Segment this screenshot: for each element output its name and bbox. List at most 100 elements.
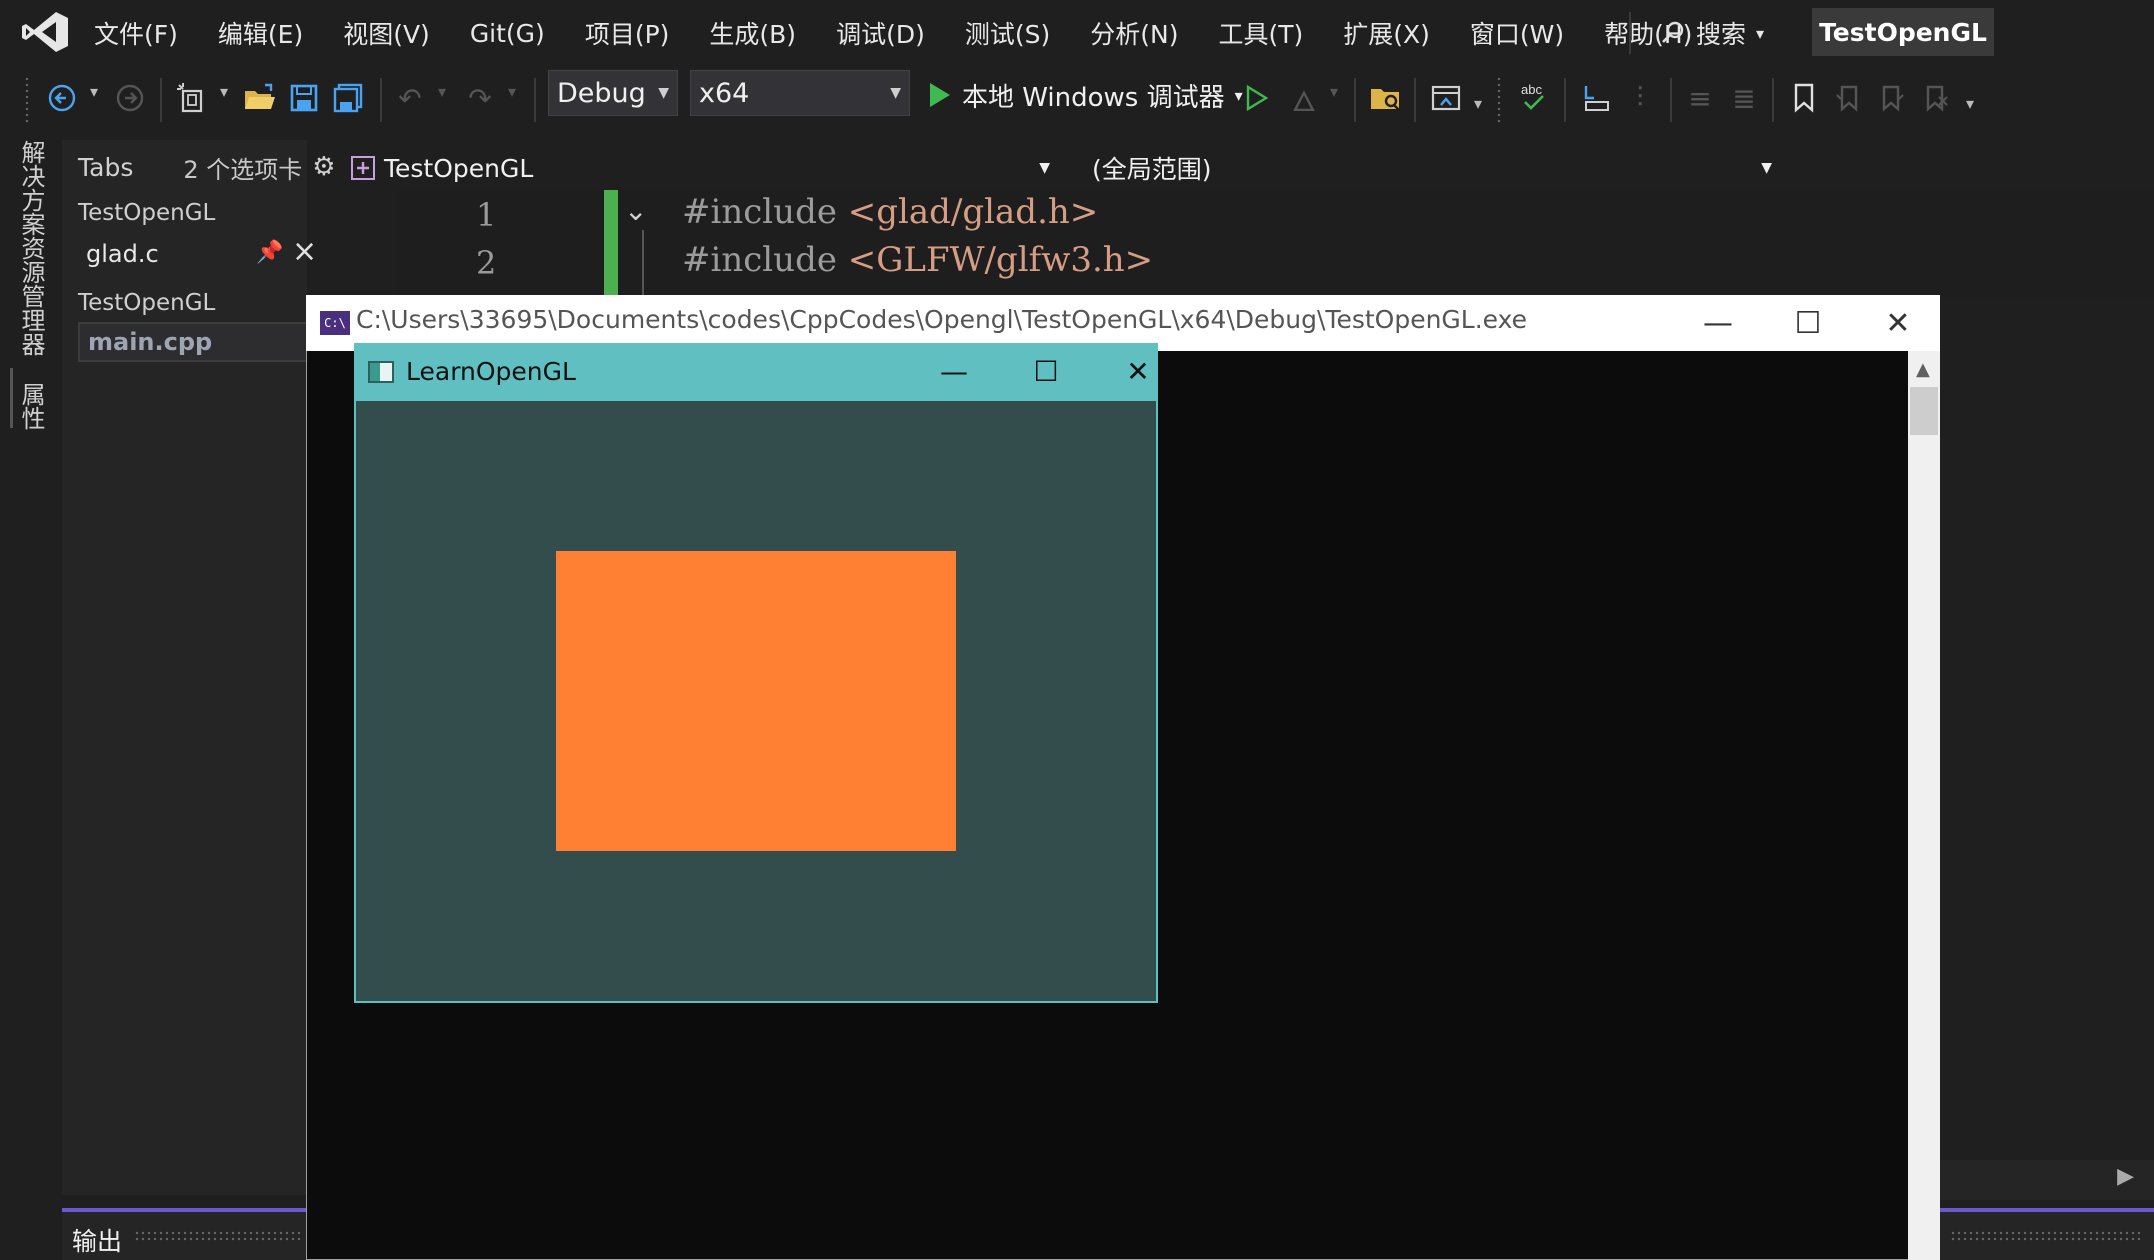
save-all-icon[interactable]	[328, 78, 368, 118]
search-caret-icon: ▾	[1756, 23, 1765, 43]
code-keyword: #include	[682, 240, 837, 280]
toolbar-separator	[1772, 78, 1774, 122]
main-menu: 文件(F) 编辑(E) 视图(V) Git(G) 项目(P) 生成(B) 调试(…	[74, 0, 1712, 66]
visual-studio-logo-icon[interactable]	[20, 10, 70, 54]
learnopengl-window-title: LearnOpenGL	[406, 357, 576, 386]
pin-icon[interactable]: 📌	[256, 240, 283, 265]
menu-git[interactable]: Git(G)	[450, 19, 565, 48]
menu-debug[interactable]: 调试(D)	[816, 15, 945, 51]
scroll-thumb[interactable]	[1910, 387, 1938, 435]
solution-platform-select[interactable]: x64 ▼	[690, 70, 910, 116]
toolbar-overflow-icon[interactable]: ▾	[1474, 94, 1482, 113]
save-icon[interactable]	[284, 78, 324, 118]
learnopengl-title-bar[interactable]: LearnOpenGL — ☐ ✕	[354, 343, 1158, 401]
toolbar-grip[interactable]	[24, 76, 30, 124]
project-name-badge[interactable]: TestOpenGL	[1812, 8, 1994, 56]
navigate-forward-icon[interactable]	[110, 78, 150, 118]
close-icon[interactable]: ✕	[1108, 349, 1168, 393]
new-project-caret-icon[interactable]: ▾	[220, 82, 228, 101]
toolbar-separator	[160, 78, 162, 122]
search-box[interactable]: 搜索 ▾	[1660, 12, 1764, 54]
chevron-down-icon: ▼	[1039, 160, 1050, 176]
minimize-icon[interactable]: —	[924, 349, 984, 393]
project-scope-select[interactable]: TestOpenGL ▼	[350, 148, 1060, 188]
start-without-debugging-icon[interactable]	[1236, 78, 1276, 118]
close-icon[interactable]: ✕	[1868, 301, 1928, 345]
tabs-panel-title: Tabs	[78, 152, 134, 182]
global-scope-value: (全局范围)	[1092, 155, 1212, 184]
step-into-icon[interactable]	[1576, 78, 1616, 118]
maximize-icon[interactable]: ☐	[1778, 301, 1838, 345]
menu-build[interactable]: 生成(B)	[689, 15, 816, 51]
console-vertical-scrollbar[interactable]: ▲	[1908, 351, 1940, 1260]
redo-icon[interactable]: ↷	[460, 78, 500, 118]
menu-view[interactable]: 视图(V)	[323, 15, 450, 51]
redo-caret-icon[interactable]: ▾	[508, 82, 516, 101]
tab-group-project: TestOpenGL	[78, 290, 216, 316]
spell-check-icon[interactable]: abc	[1514, 78, 1554, 118]
standard-toolbar: ▾ ▾ ↶ ▾ ↷ ▾ Debug ▼ x64 ▼ 本地 Windows 调试器…	[0, 66, 2154, 140]
menu-tools[interactable]: 工具(T)	[1198, 15, 1323, 51]
menu-edit[interactable]: 编辑(E)	[198, 15, 323, 51]
start-debugging-button[interactable]: 本地 Windows 调试器 ▾	[926, 74, 1243, 116]
output-panel-strip	[1940, 1208, 2154, 1260]
collapse-region-icon[interactable]: ⌄	[624, 194, 647, 227]
undo-caret-icon[interactable]: ▾	[438, 82, 446, 101]
find-in-files-icon[interactable]	[1366, 78, 1406, 118]
menu-test[interactable]: 测试(S)	[945, 15, 1070, 51]
platform-value: x64	[699, 77, 750, 109]
navigate-back-caret-icon[interactable]: ▾	[90, 82, 98, 101]
panel-grip[interactable]	[1950, 1230, 2140, 1242]
next-bookmark-icon[interactable]	[1872, 78, 1912, 118]
toolbar-overflow-icon[interactable]: ▾	[1966, 94, 1974, 113]
maximize-icon[interactable]: ☐	[1016, 349, 1076, 393]
publish-icon[interactable]	[1426, 78, 1466, 118]
code-editor[interactable]	[395, 190, 2154, 300]
solution-configuration-select[interactable]: Debug ▼	[548, 70, 678, 116]
menu-analyze[interactable]: 分析(N)	[1070, 15, 1198, 51]
undo-icon[interactable]: ↶	[390, 78, 430, 118]
console-app-icon: C:\	[320, 311, 350, 335]
close-icon[interactable]: ×	[292, 234, 317, 269]
toolbar-grip[interactable]	[1496, 76, 1502, 124]
tab-item-main[interactable]: main.cpp	[78, 322, 308, 362]
comment-lines-icon[interactable]: ≡	[1680, 78, 1720, 118]
project-scope-value: TestOpenGL	[384, 153, 534, 183]
menu-file[interactable]: 文件(F)	[74, 15, 198, 51]
horizontal-scrollbar[interactable]: ▶	[1940, 1160, 2154, 1200]
navigate-back-icon[interactable]	[42, 78, 82, 118]
tabs-count: 2 个选项卡	[183, 155, 303, 184]
gear-icon[interactable]: ⚙	[312, 152, 335, 182]
new-project-icon[interactable]	[172, 78, 212, 118]
properties-tab[interactable]: 属性	[14, 382, 49, 430]
uncomment-lines-icon[interactable]: ≣	[1724, 78, 1764, 118]
line-number: 2	[476, 244, 497, 282]
debugger-label: 本地 Windows 调试器	[962, 82, 1225, 113]
scroll-up-icon[interactable]: ▲	[1916, 359, 1930, 380]
toolbar-separator	[1670, 78, 1672, 122]
code-line-1[interactable]: #include <glad/glad.h>	[682, 192, 1098, 232]
menu-separator	[1629, 12, 1631, 54]
scroll-right-icon[interactable]: ▶	[2117, 1164, 2134, 1189]
output-panel-tab[interactable]: 输出	[62, 1208, 310, 1260]
solution-explorer-tab[interactable]: 解决方案资源管理器	[14, 140, 49, 356]
toolbar-separator	[1414, 78, 1416, 122]
clear-bookmarks-icon[interactable]	[1916, 78, 1956, 118]
menu-window[interactable]: 窗口(W)	[1450, 15, 1584, 51]
project-icon	[351, 156, 375, 180]
previous-bookmark-icon[interactable]	[1828, 78, 1868, 118]
step-over-icon[interactable]: ⫶	[1620, 78, 1660, 118]
change-indicator	[604, 190, 618, 298]
hot-reload-icon[interactable]: 🜂	[1284, 78, 1324, 118]
open-folder-icon[interactable]	[240, 78, 280, 118]
menu-extensions[interactable]: 扩展(X)	[1323, 15, 1450, 51]
menu-project[interactable]: 项目(P)	[565, 15, 690, 51]
bookmark-icon[interactable]	[1784, 78, 1824, 118]
minimize-icon[interactable]: —	[1688, 301, 1748, 345]
svg-text:abc: abc	[1521, 82, 1542, 97]
code-line-2[interactable]: #include <GLFW/glfw3.h>	[682, 240, 1153, 280]
global-scope-select[interactable]: (全局范围) ▼	[1072, 148, 1782, 188]
tabs-panel-header: Tabs 2 个选项卡 ⚙	[62, 148, 342, 186]
panel-grip[interactable]	[134, 1230, 304, 1242]
hot-reload-caret-icon[interactable]: ▾	[1330, 82, 1338, 101]
